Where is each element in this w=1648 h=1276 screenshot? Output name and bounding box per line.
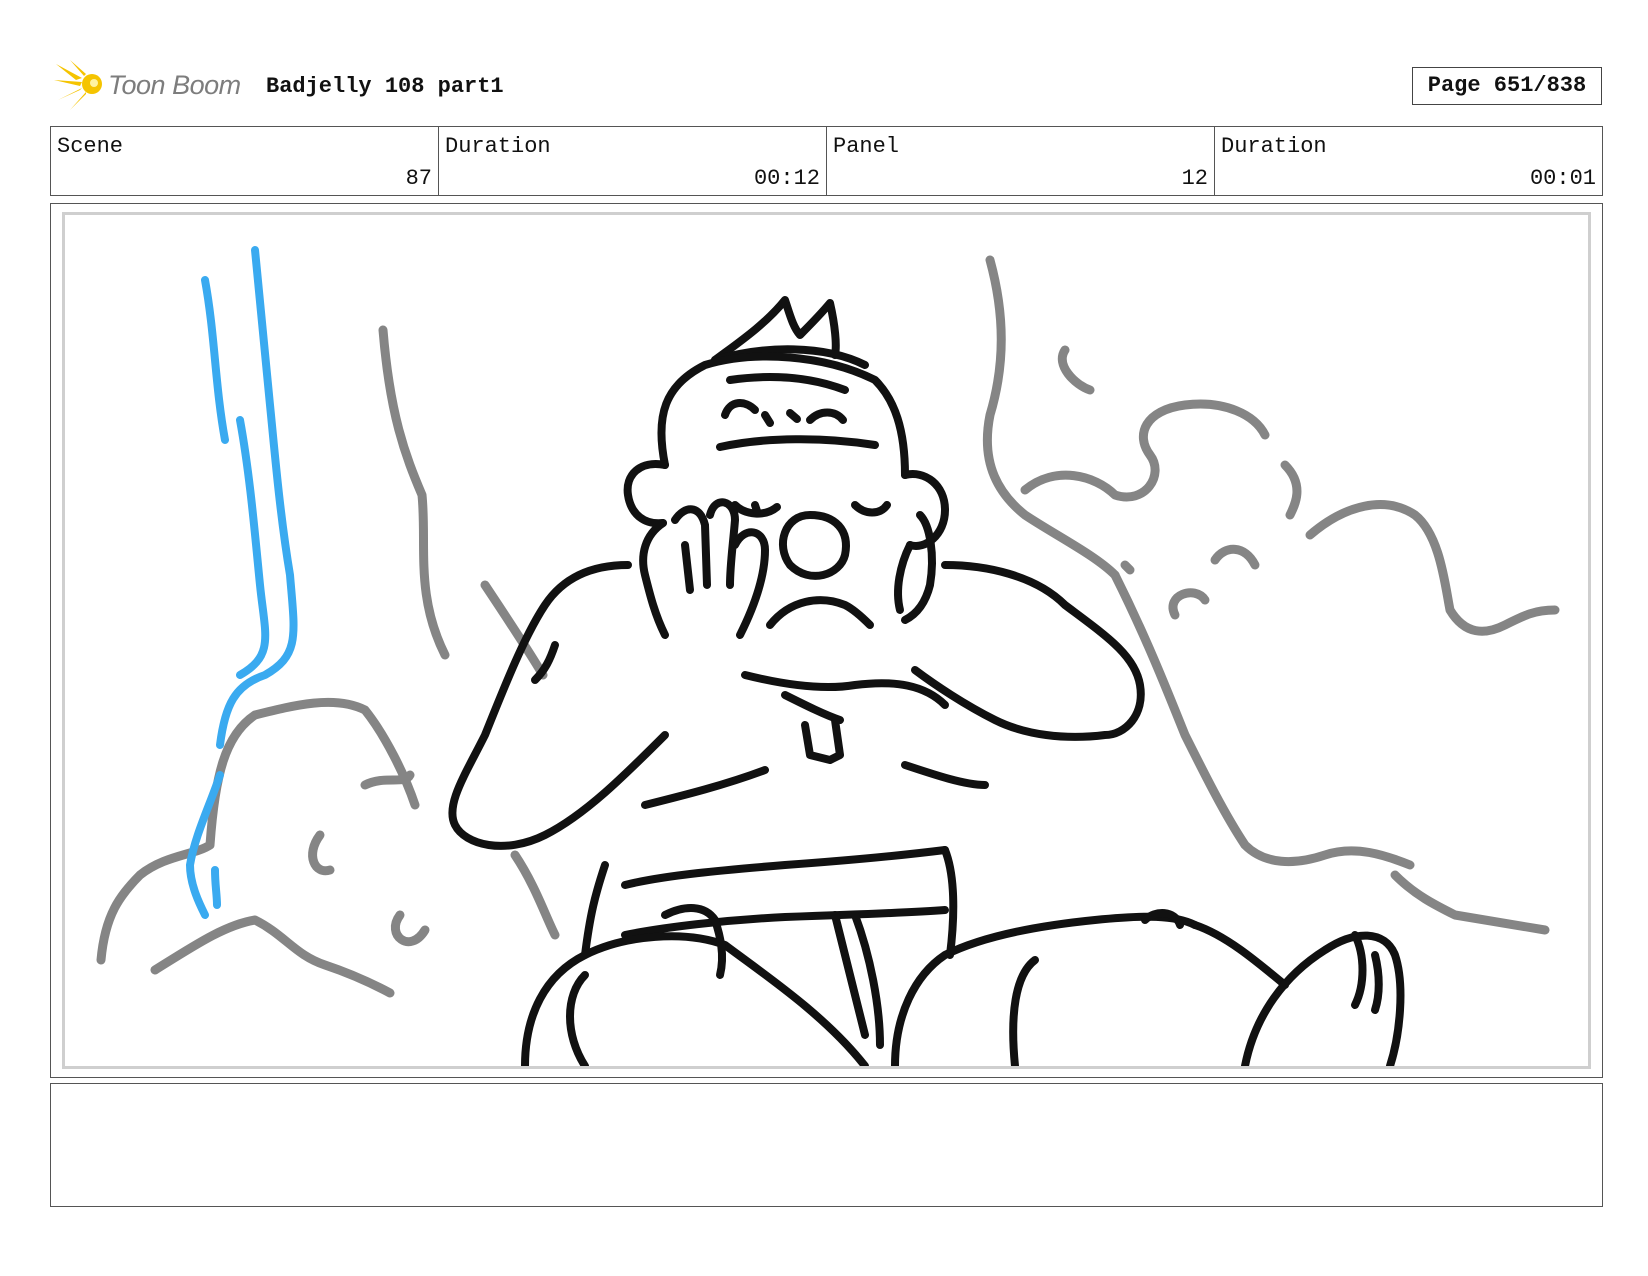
- page-number: Page 651/838: [1412, 67, 1602, 105]
- storyboard-panel-frame: [50, 203, 1603, 1078]
- scene-duration-label: Duration: [445, 134, 551, 159]
- scene-duration-value: 00:12: [753, 166, 820, 191]
- background-rocks-sketch: [96, 255, 1560, 998]
- logo-text: Toon Boom: [108, 70, 241, 100]
- sun-burst-icon: [54, 60, 102, 110]
- character-sketch: [448, 296, 1405, 1066]
- toon-boom-logo: Toon Boom: [54, 58, 254, 112]
- scene-info-table: Scene 87 Duration 00:12 Panel 12 Duratio…: [50, 126, 1603, 196]
- panel-duration-label: Duration: [1221, 134, 1327, 159]
- waterfall-sketch: [186, 246, 298, 919]
- scene-cell: Scene 87: [51, 127, 439, 195]
- panel-cell: Panel 12: [827, 127, 1215, 195]
- document-title: Badjelly 108 part1: [266, 74, 504, 99]
- panel-value: 12: [1181, 166, 1208, 191]
- panel-notes-box: [50, 1083, 1603, 1207]
- sketch-drawing: [96, 246, 1560, 1066]
- panel-label: Panel: [833, 134, 900, 159]
- panel-duration-value: 00:01: [1529, 166, 1596, 191]
- scene-label: Scene: [57, 134, 124, 159]
- scene-duration-cell: Duration 00:12: [439, 127, 827, 195]
- panel-duration-cell: Duration 00:01: [1215, 127, 1602, 195]
- storyboard-drawing: [62, 212, 1591, 1069]
- scene-value: 87: [405, 166, 432, 191]
